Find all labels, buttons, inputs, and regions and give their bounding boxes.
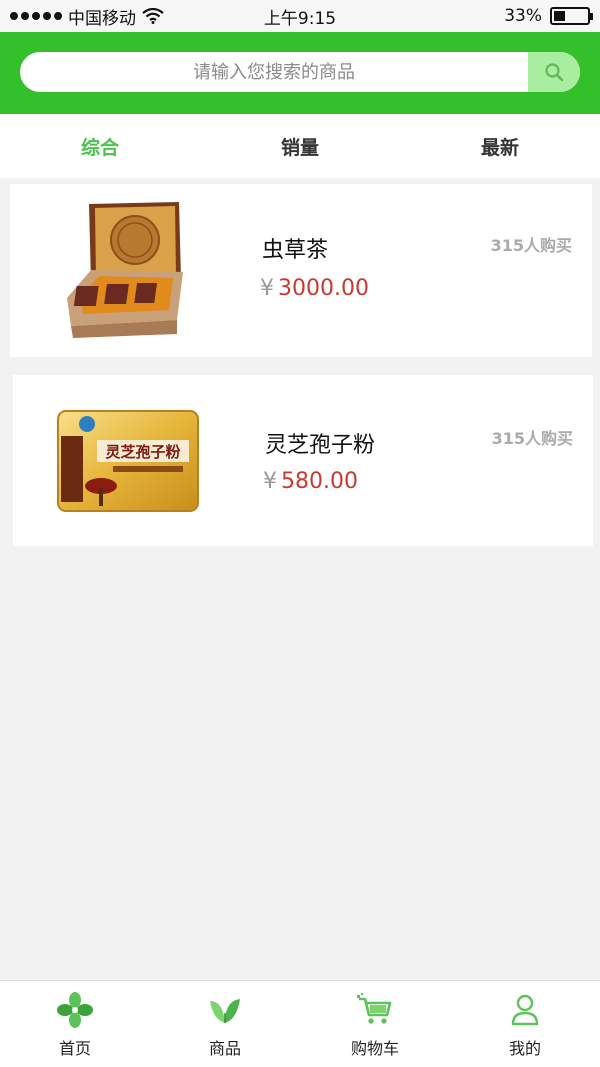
wifi-icon [142,8,164,24]
product-price: ¥3000.00 [260,276,369,301]
nav-label: 首页 [58,1039,91,1058]
nav-cart[interactable]: 购物车 [300,981,450,1067]
sold-count: 315人购买 [490,236,572,255]
currency-symbol: ¥ [263,469,277,494]
nav-label: 我的 [508,1039,541,1058]
nav-products[interactable]: 商品 [150,981,300,1067]
tab-comprehensive[interactable]: 综合 [0,114,200,178]
leaf-icon [207,993,243,1027]
sort-tabs: 综合 销量 最新 [0,114,600,178]
search-button[interactable] [528,52,580,92]
signal-icon [10,12,62,20]
product-card[interactable]: 虫草茶 ¥3000.00 315人购买 [10,184,592,357]
tab-newest[interactable]: 最新 [400,114,600,178]
carrier-label: 中国移动 [68,8,136,29]
product-image-lingzhi-spore-powder[interactable]: 灵芝孢子粉 [13,375,243,546]
search-header [0,32,600,114]
bottom-nav: 首页 商品 购物车 我的 [0,980,600,1067]
status-left: 中国移动 [10,4,164,29]
battery-percent: 33% [504,6,542,26]
product-name[interactable]: 虫草茶 [262,232,328,264]
box-label: 灵芝孢子粉 [105,443,180,461]
product-name[interactable]: 灵芝孢子粉 [265,427,375,459]
search-icon [545,63,564,82]
nav-me[interactable]: 我的 [450,981,600,1067]
search-box[interactable] [20,52,580,92]
battery-fill [554,11,565,21]
currency-symbol: ¥ [260,276,274,301]
cart-icon [356,993,394,1027]
nav-label: 购物车 [350,1039,399,1058]
price-value: 580.00 [281,469,358,494]
battery-icon [550,7,593,25]
user-icon [510,993,540,1027]
product-card[interactable]: 灵芝孢子粉 灵芝孢子粉 ¥580.00 315人购买 [13,375,593,546]
status-right: 33% [504,6,593,26]
home-pinwheel-icon [57,992,93,1028]
tab-sales[interactable]: 销量 [200,114,400,178]
product-price: ¥580.00 [263,469,358,494]
price-value: 3000.00 [278,276,369,301]
status-bar: 中国移动 上午9:15 33% [0,0,600,32]
nav-home[interactable]: 首页 [0,981,150,1067]
nav-label: 商品 [208,1039,241,1058]
product-image-cordyceps-tea[interactable] [10,184,240,357]
sold-count: 315人购买 [491,429,573,448]
search-input[interactable] [20,52,528,92]
